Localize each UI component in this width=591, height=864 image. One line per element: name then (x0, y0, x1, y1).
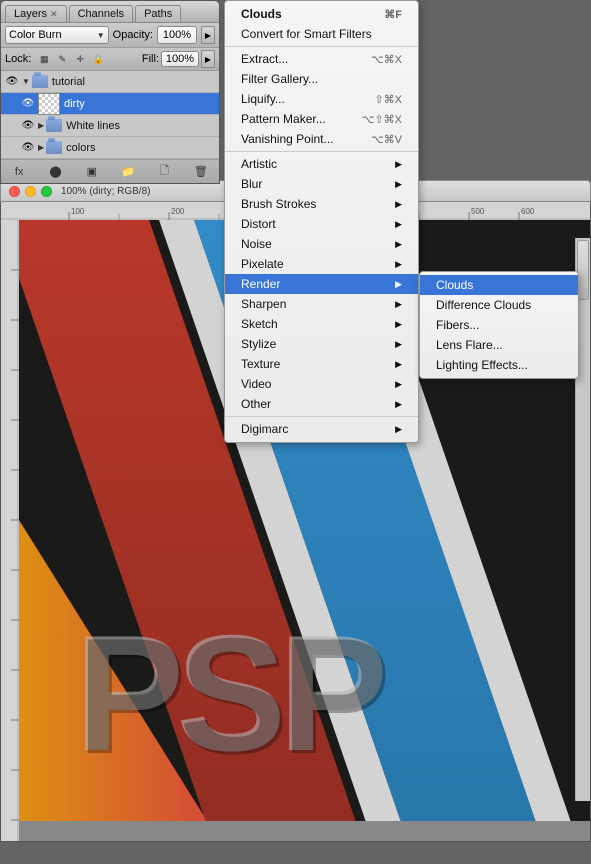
layers-panel: Layers ✕ Channels Paths Color Burn ▼ Opa… (0, 0, 220, 184)
submenu-fibers[interactable]: Fibers... (420, 315, 578, 335)
svg-text:200: 200 (171, 207, 185, 216)
separator-2 (225, 151, 418, 152)
group-button[interactable]: 📁 (119, 163, 137, 181)
menu-brush-strokes[interactable]: Brush Strokes ▶ (225, 194, 418, 214)
fill-label: Fill: (142, 53, 159, 65)
render-submenu: Clouds Difference Clouds Fibers... Lens … (419, 271, 579, 379)
separator-1 (225, 46, 418, 47)
opacity-value[interactable]: 100% (157, 26, 197, 44)
menu-distort[interactable]: Distort ▶ (225, 214, 418, 234)
menu-vanishing-point[interactable]: Vanishing Point... ⌥⌘V (225, 129, 418, 149)
menu-pattern-maker[interactable]: Pattern Maker... ⌥⇧⌘X (225, 109, 418, 129)
layer-name-tutorial: tutorial (52, 76, 215, 88)
svg-text:100: 100 (71, 207, 85, 216)
lock-move[interactable]: ✛ (72, 52, 88, 66)
blend-mode-arrow: ▼ (97, 31, 105, 40)
svg-text:500: 500 (471, 207, 485, 216)
lock-row: Lock: ▦ ✎ ✛ 🔒 Fill: 100% ▶ (1, 48, 219, 71)
tab-layers[interactable]: Layers ✕ (5, 5, 67, 22)
menu-artistic[interactable]: Artistic ▶ (225, 154, 418, 174)
lock-brush[interactable]: ✎ (54, 52, 70, 66)
fx-button[interactable]: fx (10, 163, 28, 181)
fill-control: Fill: 100% ▶ (142, 50, 215, 68)
new-layer-button[interactable]: 🗋 (155, 163, 173, 181)
tab-paths[interactable]: Paths (135, 5, 181, 22)
layer-white-lines[interactable]: 👁 ▶ White lines (1, 115, 219, 137)
expand-tutorial[interactable]: ▼ (22, 77, 30, 86)
thumbnail-dirty (38, 93, 60, 115)
folder-tutorial (32, 75, 48, 88)
menu-blur[interactable]: Blur ▶ (225, 174, 418, 194)
lock-all[interactable]: 🔒 (90, 52, 106, 66)
menu-noise[interactable]: Noise ▶ (225, 234, 418, 254)
minimize-button[interactable] (25, 186, 36, 197)
svg-text:600: 600 (521, 207, 535, 216)
expand-colors[interactable]: ▶ (38, 143, 44, 152)
submenu-lighting-effects[interactable]: Lighting Effects... (420, 355, 578, 375)
menu-texture[interactable]: Texture ▶ (225, 354, 418, 374)
ruler-left (1, 220, 19, 841)
eye-tutorial[interactable]: 👁 (5, 75, 19, 89)
menu-video[interactable]: Video ▶ (225, 374, 418, 394)
submenu-lens-flare[interactable]: Lens Flare... (420, 335, 578, 355)
submenu-difference-clouds[interactable]: Difference Clouds (420, 295, 578, 315)
folder-colors (46, 141, 62, 154)
menu-clouds-recent[interactable]: Clouds ⌘F (225, 4, 418, 24)
delete-layer-button[interactable]: 🗑 (192, 163, 210, 181)
menu-extract[interactable]: Extract... ⌥⌘X (225, 49, 418, 69)
separator-3 (225, 416, 418, 417)
layer-name-white-lines: White lines (66, 120, 215, 132)
svg-text:PSP: PSP (77, 604, 386, 788)
layer-tutorial[interactable]: 👁 ▼ tutorial (1, 71, 219, 93)
layer-name-colors: colors (66, 142, 215, 154)
submenu-clouds[interactable]: Clouds (420, 275, 578, 295)
menu-sharpen[interactable]: Sharpen ▶ (225, 294, 418, 314)
panel-footer: fx ⬤ ▣ 📁 🗋 🗑 (1, 159, 219, 183)
menu-sketch[interactable]: Sketch ▶ (225, 314, 418, 334)
menu-stylize[interactable]: Stylize ▶ (225, 334, 418, 354)
menu-other[interactable]: Other ▶ (225, 394, 418, 414)
fill-arrow[interactable]: ▶ (201, 50, 215, 68)
blend-opacity-row: Color Burn ▼ Opacity: 100% ▶ (1, 23, 219, 48)
close-button[interactable] (9, 186, 20, 197)
filter-menu: Clouds ⌘F Convert for Smart Filters Extr… (224, 0, 419, 443)
menu-liquify[interactable]: Liquify... ⇧⌘X (225, 89, 418, 109)
folder-white-lines (46, 119, 62, 132)
tab-layers-close[interactable]: ✕ (50, 9, 58, 20)
menu-pixelate[interactable]: Pixelate ▶ (225, 254, 418, 274)
menu-filter-gallery[interactable]: Filter Gallery... (225, 69, 418, 89)
eye-white-lines[interactable]: 👁 (21, 119, 35, 133)
lock-label: Lock: (5, 53, 31, 65)
mask-button[interactable]: ▣ (83, 163, 101, 181)
layer-dirty[interactable]: 👁 dirty (1, 93, 219, 115)
eye-dirty[interactable]: 👁 (21, 97, 35, 111)
panel-tabs: Layers ✕ Channels Paths (1, 1, 219, 23)
menu-convert-smart[interactable]: Convert for Smart Filters (225, 24, 418, 44)
lock-icons: ▦ ✎ ✛ 🔒 (36, 52, 106, 66)
layer-colors[interactable]: 👁 ▶ colors (1, 137, 219, 159)
tab-channels[interactable]: Channels (69, 5, 133, 22)
opacity-label: Opacity: (113, 29, 153, 41)
opacity-arrow[interactable]: ▶ (201, 26, 215, 44)
maximize-button[interactable] (41, 186, 52, 197)
adjustment-button[interactable]: ⬤ (46, 163, 64, 181)
menu-render[interactable]: Render ▶ Clouds Difference Clouds Fibers… (225, 274, 418, 294)
lock-checkered[interactable]: ▦ (36, 52, 52, 66)
fill-value[interactable]: 100% (161, 51, 199, 67)
blend-mode-select[interactable]: Color Burn ▼ (5, 26, 109, 44)
menu-digimarc[interactable]: Digimarc ▶ (225, 419, 418, 439)
expand-white-lines[interactable]: ▶ (38, 121, 44, 130)
layer-name-dirty: dirty (64, 98, 215, 110)
layers-list: 👁 ▼ tutorial 👁 dirty 👁 ▶ White lines 👁 ▶… (1, 71, 219, 159)
eye-colors[interactable]: 👁 (21, 141, 35, 155)
canvas-title: 100% (dirty; RGB/8) (61, 186, 150, 197)
